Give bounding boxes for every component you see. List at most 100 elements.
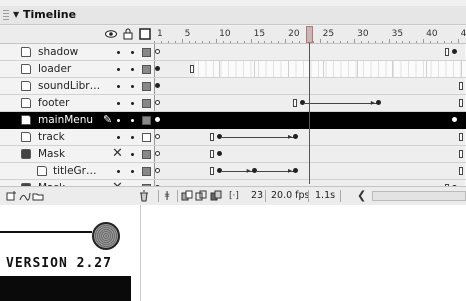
outline-color-square[interactable] xyxy=(142,99,151,108)
empty-keyframe xyxy=(155,49,160,54)
ruler-tick xyxy=(326,41,328,43)
outline-color-square[interactable] xyxy=(142,150,151,159)
visibility-dot[interactable] xyxy=(117,85,120,88)
layer-row[interactable]: shadow xyxy=(0,44,154,61)
end-frame xyxy=(293,99,297,107)
ruler-label: 15 xyxy=(253,29,266,39)
end-frame xyxy=(210,150,215,158)
outline-color-square[interactable] xyxy=(142,167,151,176)
eye-icon[interactable] xyxy=(105,28,117,40)
layer-icon xyxy=(21,81,31,91)
edit-multiple-frames-icon[interactable] xyxy=(210,190,222,202)
elapsed-time: 1.1s xyxy=(315,190,336,201)
ruler-label: 35 xyxy=(391,29,404,39)
frame-row[interactable] xyxy=(154,112,466,129)
delete-layer-icon[interactable] xyxy=(138,190,150,202)
ruler-tick xyxy=(264,41,266,43)
visibility-dot[interactable] xyxy=(117,136,120,139)
ruler-label: 20 xyxy=(288,29,300,39)
ruler-tick xyxy=(430,41,431,43)
frame-row[interactable] xyxy=(154,61,466,78)
center-frame-icon[interactable]: ǂ xyxy=(161,190,173,202)
ruler-tick xyxy=(333,41,335,43)
tween-arrow: ▸ xyxy=(288,166,293,175)
masked-layer-icon xyxy=(37,166,47,176)
frame-row[interactable]: ▸ xyxy=(154,95,466,112)
ruler-tick xyxy=(409,41,411,43)
ruler-tick xyxy=(223,41,224,43)
layer-name[interactable]: shadow xyxy=(38,46,78,58)
frame-marker xyxy=(391,61,393,77)
lock-dot[interactable] xyxy=(131,85,134,88)
outline-color-square[interactable] xyxy=(142,133,151,142)
frame-row[interactable] xyxy=(154,78,466,95)
layer-row[interactable]: footer xyxy=(0,95,154,112)
layer-row[interactable]: track xyxy=(0,129,154,146)
onion-skin-icon[interactable] xyxy=(181,190,193,202)
outline-color-square[interactable] xyxy=(142,116,151,125)
frame-row[interactable] xyxy=(154,44,466,61)
ruler-tick xyxy=(361,41,362,43)
layer-name[interactable]: footer xyxy=(38,97,69,109)
scroll-left-icon[interactable]: ❮ xyxy=(357,189,366,202)
panel-grip-icon[interactable] xyxy=(3,10,9,20)
frame-row[interactable]: ▸ ▸ xyxy=(154,163,466,180)
ruler-tick xyxy=(340,41,342,43)
lock-dot[interactable] xyxy=(131,136,134,139)
lock-icon[interactable] xyxy=(122,28,134,40)
outline-icon[interactable] xyxy=(139,28,151,40)
layer-row[interactable]: loader xyxy=(0,61,154,78)
end-frame xyxy=(444,48,449,56)
layer-name[interactable]: soundLibr… xyxy=(38,80,100,92)
layer-name[interactable]: loader xyxy=(38,63,71,75)
layer-row[interactable]: Mask ✕ xyxy=(0,146,154,163)
ruler-label: 25 xyxy=(322,29,335,39)
onion-skin-outlines-icon[interactable] xyxy=(195,190,207,202)
lock-dot[interactable] xyxy=(131,102,134,105)
horizontal-scrollbar[interactable] xyxy=(372,191,466,201)
visibility-dot[interactable] xyxy=(117,68,120,71)
frame-grid[interactable]: ▸ ▸ ▸ ▸ xyxy=(154,44,466,197)
layer-name[interactable]: track xyxy=(38,131,65,143)
timeline-titlebar[interactable]: ▼ Timeline xyxy=(0,6,466,25)
empty-keyframe xyxy=(155,134,160,139)
frame-row[interactable]: ▸ xyxy=(154,129,466,146)
insert-layer-icon[interactable] xyxy=(5,190,17,202)
layer-name[interactable]: mainMenu xyxy=(38,114,93,126)
lock-dot[interactable] xyxy=(131,119,134,122)
lock-dot[interactable] xyxy=(131,170,134,173)
layer-name[interactable]: titleGr… xyxy=(53,165,96,177)
ruler-tick xyxy=(367,41,369,43)
lock-dot[interactable] xyxy=(131,153,134,156)
insert-folder-icon[interactable] xyxy=(32,190,44,202)
empty-keyframe xyxy=(155,151,160,156)
lock-dot[interactable] xyxy=(131,51,134,54)
keyframe xyxy=(155,83,160,88)
add-motion-guide-icon[interactable] xyxy=(19,190,31,202)
layer-row[interactable]: mainMenu ✎ xyxy=(0,112,154,129)
tween-arrow: ▸ xyxy=(370,98,375,107)
layer-row[interactable]: soundLibr… xyxy=(0,78,154,95)
visibility-dot[interactable] xyxy=(117,51,120,54)
outline-color-square[interactable] xyxy=(142,65,151,74)
outline-color-square[interactable] xyxy=(142,82,151,91)
collapse-arrow-icon[interactable]: ▼ xyxy=(13,10,19,19)
visibility-dot[interactable] xyxy=(117,102,120,105)
keyframe xyxy=(451,117,457,122)
pencil-icon: ✎ xyxy=(103,113,113,126)
ruler-tick xyxy=(154,41,155,43)
ruler-tick xyxy=(236,41,238,43)
frame-rate[interactable]: 20.0 fps xyxy=(271,190,310,201)
visibility-dot[interactable] xyxy=(117,170,120,173)
end-frame xyxy=(458,133,463,141)
layer-name[interactable]: Mask xyxy=(38,148,65,160)
stage-area xyxy=(140,205,466,301)
frame-row[interactable] xyxy=(154,146,466,163)
layer-row[interactable]: titleGr… xyxy=(0,163,154,180)
modify-onion-markers-icon[interactable]: [·] xyxy=(228,190,240,202)
visibility-dot[interactable] xyxy=(117,119,120,122)
playhead-handle[interactable] xyxy=(306,26,313,43)
hidden-x-icon[interactable]: ✕ xyxy=(112,146,123,161)
lock-dot[interactable] xyxy=(131,68,134,71)
outline-color-square[interactable] xyxy=(142,48,151,57)
